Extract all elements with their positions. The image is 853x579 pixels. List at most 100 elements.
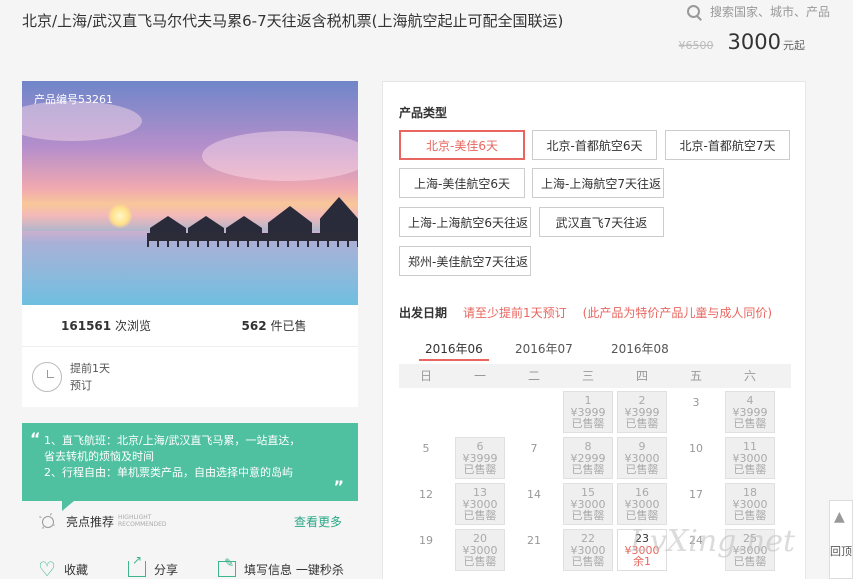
type-option[interactable]: 上海-美佳航空6天	[399, 168, 525, 198]
calendar-empty-cell	[507, 388, 561, 434]
photo-sun	[108, 204, 132, 228]
calendar-day[interactable]: 17	[669, 480, 723, 526]
calendar-day[interactable]: 14	[507, 480, 561, 526]
weekday-label: 五	[689, 369, 702, 383]
search-icon[interactable]	[684, 2, 704, 22]
calendar-day[interactable]: 3	[669, 388, 723, 434]
calendar-day[interactable]: 1 ¥3999 已售罄	[563, 391, 613, 433]
calendar-days: 1 ¥3999 已售罄 2 ¥3999 已售罄 3 4 ¥3999 已售罄 5 6 ¥3999 已售罄 7 8…	[399, 388, 791, 572]
recommend-title: 亮点推荐	[66, 514, 115, 529]
day-number: 5	[422, 442, 430, 455]
sold-stat: 562 件已售	[190, 317, 358, 334]
day-number: 7	[530, 442, 538, 455]
type-option[interactable]: 北京-首都航空6天	[532, 130, 657, 160]
type-option[interactable]: 北京-美佳6天	[399, 130, 525, 160]
calendar-day[interactable]: 6 ¥3999 已售罄	[455, 437, 505, 479]
calendar-day[interactable]: 25 ¥3000 已售罄	[725, 529, 775, 571]
type-option[interactable]: 北京-首都航空7天	[665, 130, 790, 160]
arrow-up-icon: ▲	[834, 509, 845, 525]
product-photo[interactable]: 产品编号53261	[22, 81, 358, 305]
close-quote-icon: ”	[333, 477, 344, 496]
feature-highlights: “ 1、直飞航班：北京/上海/武汉直飞马累，一站直达， 省去转机的烦恼及时间 2…	[22, 423, 358, 501]
search-input[interactable]	[710, 5, 850, 19]
search-bar[interactable]	[680, 0, 853, 24]
type-option[interactable]: 郑州-美佳航空7天往返	[399, 246, 531, 276]
advance-line-1: 提前1天	[70, 362, 110, 375]
day-number: 10	[689, 442, 703, 455]
calendar-day[interactable]: 4 ¥3999 已售罄	[725, 391, 775, 433]
day-status: 已售罄	[571, 555, 605, 568]
weekday-label: 二	[527, 369, 540, 383]
calendar-day[interactable]: 8 ¥2999 已售罄	[563, 437, 613, 479]
type-option[interactable]: 上海-上海航空7天往返	[532, 168, 664, 198]
month-tab[interactable]: 2016年07	[515, 340, 611, 361]
feature-line-1: 1、直飞航班：北京/上海/武汉直飞马累，一站直达，	[44, 434, 301, 447]
clock-icon	[32, 362, 62, 392]
weekday-label: 四	[635, 369, 648, 383]
favorite-button[interactable]: 收藏	[38, 557, 89, 579]
type-option[interactable]: 武汉直飞7天往返	[539, 207, 664, 237]
day-status: 已售罄	[625, 417, 659, 430]
calendar-empty-cell	[453, 388, 507, 434]
sun-icon	[38, 512, 56, 530]
month-tab[interactable]: 2016年08	[611, 340, 707, 361]
calendar-empty-cell	[399, 388, 453, 434]
fill-info-button[interactable]: 填写信息 一键秒杀	[218, 556, 344, 579]
views-label: 次浏览	[114, 319, 151, 333]
day-number: 19	[419, 534, 433, 547]
photo-pier-legs	[147, 241, 358, 247]
day-status: 已售罄	[733, 463, 767, 476]
day-number: 24	[689, 534, 703, 547]
product-type-title: 产品类型	[399, 106, 448, 120]
feature-line-3: 2、行程自由：单机票类产品，自由选择中意的岛屿	[44, 466, 293, 479]
calendar-day[interactable]: 10	[669, 434, 723, 480]
back-to-top-button[interactable]: ▲ 回顶	[829, 500, 853, 579]
day-number: 3	[692, 396, 700, 409]
type-option[interactable]: 上海-上海航空6天往返	[399, 207, 531, 237]
calendar-day[interactable]: 23 ¥3000 余1	[617, 529, 667, 571]
calendar-day[interactable]: 16 ¥3000 已售罄	[617, 483, 667, 525]
day-status: 已售罄	[733, 555, 767, 568]
share-button[interactable]: 分享	[128, 553, 178, 579]
calendar-day[interactable]: 22 ¥3000 已售罄	[563, 529, 613, 571]
view-more-link[interactable]: 查看更多	[294, 513, 342, 530]
product-stats: 161561 次浏览 562 件已售	[22, 305, 358, 347]
day-status: 已售罄	[625, 463, 659, 476]
day-status: 已售罄	[571, 417, 605, 430]
day-number: 14	[527, 488, 541, 501]
edit-icon	[218, 556, 237, 577]
recommend-en-label: HIGHLIGHT RECOMMENDED	[118, 514, 174, 528]
photo-cloud	[22, 101, 142, 141]
back-to-top-label: 回顶	[830, 545, 852, 558]
sold-label: 件已售	[270, 319, 307, 333]
calendar-day[interactable]: 19	[399, 526, 453, 572]
photo-bungalow	[268, 206, 312, 234]
calendar: 日 一 二 三 四 五 六 1 ¥3999 已售罄 2 ¥3999 已售罄 3 4 ¥3999 已…	[399, 364, 791, 572]
photo-bungalow	[320, 197, 358, 233]
calendar-day[interactable]: 2 ¥3999 已售罄	[617, 391, 667, 433]
weekday-label: 六	[743, 369, 756, 383]
price-note: (此产品为特价产品儿童与成人同价)	[582, 306, 773, 320]
calendar-day[interactable]: 9 ¥3000 已售罄	[617, 437, 667, 479]
favorite-label: 收藏	[64, 562, 89, 577]
advance-line-2: 预订	[70, 379, 92, 392]
calendar-day[interactable]: 7	[507, 434, 561, 480]
product-summary: 产品编号53261 161561 次浏览 562 件已售 提前1天 预订	[22, 81, 358, 407]
calendar-day[interactable]: 20 ¥3000 已售罄	[455, 529, 505, 571]
month-tab-label: 2016年07	[515, 342, 573, 356]
calendar-day[interactable]: 11 ¥3000 已售罄	[725, 437, 775, 479]
calendar-day[interactable]: 15 ¥3000 已售罄	[563, 483, 613, 525]
calendar-day[interactable]: 12	[399, 480, 453, 526]
month-tab-label: 2016年06	[419, 342, 489, 361]
day-status: 已售罄	[463, 463, 497, 476]
views-count: 161561	[61, 319, 112, 333]
calendar-day[interactable]: 5	[399, 434, 453, 480]
calendar-day[interactable]: 13 ¥3000 已售罄	[455, 483, 505, 525]
month-tab[interactable]: 2016年06	[419, 340, 515, 361]
advance-text: 提前1天 预订	[70, 360, 110, 394]
price-unit: 元起	[783, 39, 805, 52]
calendar-day[interactable]: 21	[507, 526, 561, 572]
recommend-en-line-1: HIGHLIGHT	[118, 514, 152, 521]
calendar-day[interactable]: 24	[669, 526, 723, 572]
calendar-day[interactable]: 18 ¥3000 已售罄	[725, 483, 775, 525]
